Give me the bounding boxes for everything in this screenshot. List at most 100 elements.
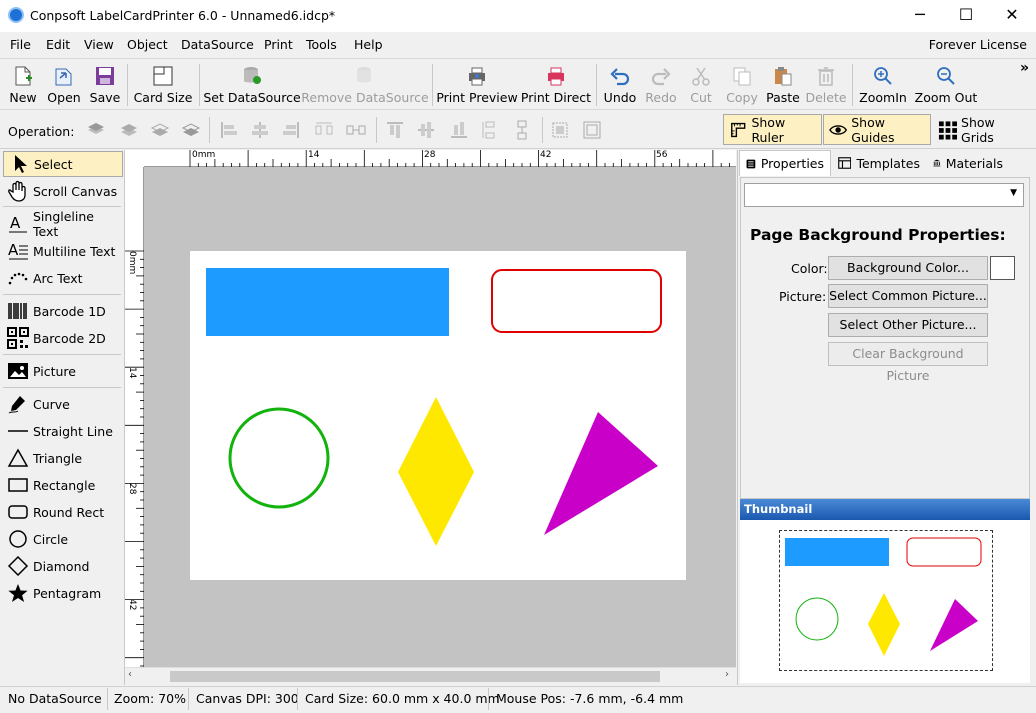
undo-button[interactable]: Undo — [602, 60, 638, 108]
align-left-icon[interactable] — [219, 120, 239, 140]
align-right-icon[interactable] — [281, 120, 301, 140]
zoom-out-button[interactable]: Zoom Out — [914, 60, 978, 108]
show-guides-toggle[interactable]: Show Guides — [823, 114, 931, 145]
menu-tools[interactable]: Tools — [306, 37, 337, 52]
copy-button[interactable]: Copy — [724, 60, 760, 108]
tool-rectangle[interactable]: Rectangle — [3, 472, 123, 498]
maximize-button[interactable]: ☐ — [943, 0, 989, 32]
color-swatch[interactable] — [990, 256, 1015, 280]
align-top-icon[interactable] — [385, 120, 405, 140]
svg-text:A: A — [10, 214, 21, 232]
grid-icon — [938, 120, 958, 140]
operation-separator — [542, 117, 543, 143]
menu-view[interactable]: View — [84, 37, 114, 52]
toolbar-overflow-button[interactable]: » — [1020, 60, 1029, 76]
menu-help[interactable]: Help — [354, 37, 383, 52]
space-vertical-icon[interactable] — [512, 120, 532, 140]
magenta-triangle-shape[interactable] — [544, 412, 658, 535]
card-size-button[interactable]: Card Size — [133, 60, 193, 108]
remove-datasource-button[interactable]: Remove DataSource — [301, 60, 429, 108]
horizontal-scrollbar[interactable]: ‹ › — [125, 667, 736, 685]
dropdown-arrow-icon[interactable]: ▼ — [1010, 188, 1017, 198]
blue-rectangle-shape[interactable] — [206, 268, 449, 336]
tool-singleline-text[interactable]: A Singleline Text — [3, 209, 123, 239]
select-common-picture-button[interactable]: Select Common Picture... — [828, 284, 988, 308]
same-size-icon[interactable] — [550, 120, 570, 140]
scroll-left-arrow-icon[interactable]: ‹ — [128, 669, 132, 680]
triangle-icon — [7, 448, 29, 467]
zoom-in-button[interactable]: ZoomIn — [858, 60, 908, 108]
tool-pentagram[interactable]: Pentagram — [3, 580, 123, 606]
send-backward-icon[interactable] — [150, 120, 170, 140]
set-datasource-button[interactable]: Set DataSource — [203, 60, 301, 108]
tab-templates[interactable]: Templates — [832, 150, 926, 176]
menu-print[interactable]: Print — [264, 37, 293, 52]
eye-icon — [829, 124, 848, 135]
bring-forward-icon[interactable] — [119, 120, 139, 140]
zoom-out-icon — [937, 67, 955, 85]
properties-list-icon — [746, 159, 756, 168]
label-page[interactable] — [190, 251, 686, 580]
red-round-rect-shape[interactable] — [491, 269, 662, 333]
close-button[interactable]: ✕ — [989, 0, 1035, 32]
thumbnail-page[interactable] — [779, 530, 993, 671]
tool-picture[interactable]: Picture — [3, 358, 123, 384]
minimize-button[interactable]: ─ — [897, 0, 943, 32]
align-middle-icon[interactable] — [416, 120, 436, 140]
tab-properties[interactable]: Properties — [739, 150, 831, 176]
menu-edit[interactable]: Edit — [46, 37, 70, 52]
tool-round-rect[interactable]: Round Rect — [3, 499, 123, 525]
tool-circle[interactable]: Circle — [3, 526, 123, 552]
menu-file[interactable]: File — [10, 37, 31, 52]
send-to-back-icon[interactable] — [181, 120, 201, 140]
tool-scroll-canvas[interactable]: Scroll Canvas — [3, 178, 123, 204]
select-other-picture-button[interactable]: Select Other Picture... — [828, 313, 988, 337]
properties-title: Page Background Properties: — [750, 226, 1006, 244]
svg-text:A: A — [8, 241, 19, 259]
group-icon[interactable] — [582, 120, 602, 140]
redo-button[interactable]: Redo — [643, 60, 679, 108]
tool-arc-text[interactable]: Arc Text — [3, 265, 123, 291]
scroll-right-arrow-icon[interactable]: › — [725, 669, 729, 680]
tool-multiline-text[interactable]: A Multiline Text — [3, 238, 123, 264]
cut-button[interactable]: Cut — [684, 60, 718, 108]
ruler-label: 28 — [424, 150, 436, 160]
distribute-vertical-icon[interactable] — [480, 120, 500, 140]
object-selector-combo[interactable]: ▼ — [744, 183, 1024, 207]
thumbnail-circle — [795, 597, 839, 641]
tool-triangle[interactable]: Triangle — [3, 445, 123, 471]
tab-materials[interactable]: Materials — [927, 150, 1009, 176]
show-grids-toggle[interactable]: Show Grids — [933, 114, 1033, 145]
tool-straight-line[interactable]: Straight Line — [3, 418, 123, 444]
scrollbar-thumb[interactable] — [170, 671, 660, 682]
align-bottom-icon[interactable] — [449, 120, 469, 140]
space-horizontal-icon[interactable] — [346, 120, 366, 140]
status-dpi: Canvas DPI: 300 — [196, 691, 299, 706]
print-direct-button[interactable]: Print Direct — [521, 60, 591, 108]
tool-barcode-1d[interactable]: Barcode 1D — [3, 298, 123, 324]
save-button[interactable]: Save — [88, 60, 122, 108]
background-color-button[interactable]: Background Color... — [828, 256, 988, 280]
tool-curve[interactable]: Curve — [3, 391, 123, 417]
distribute-horizontal-icon[interactable] — [314, 120, 334, 140]
new-button[interactable]: New — [6, 60, 40, 108]
tool-select[interactable]: Select — [3, 151, 123, 177]
green-circle-shape[interactable] — [228, 407, 330, 509]
tool-barcode-2d[interactable]: Barcode 2D — [3, 325, 123, 351]
tool-diamond[interactable]: Diamond — [3, 553, 123, 579]
print-preview-button[interactable]: Print Preview — [436, 60, 518, 108]
align-center-icon[interactable] — [250, 120, 270, 140]
show-ruler-toggle[interactable]: Show Ruler — [723, 114, 822, 145]
menu-object[interactable]: Object — [127, 37, 168, 52]
status-zoom: Zoom: 70% — [114, 691, 187, 706]
menu-datasource[interactable]: DataSource — [181, 37, 254, 52]
open-file-icon — [55, 68, 72, 86]
clear-background-picture-button[interactable]: Clear Background Picture — [828, 342, 988, 383]
paste-button[interactable]: Paste — [765, 60, 801, 108]
delete-button[interactable]: Delete — [805, 60, 847, 108]
open-button[interactable]: Open — [45, 60, 83, 108]
yellow-diamond-shape[interactable] — [398, 397, 474, 546]
ruler-corner — [125, 150, 144, 167]
bring-to-front-icon[interactable] — [86, 120, 106, 140]
pen-curve-icon — [8, 396, 25, 414]
